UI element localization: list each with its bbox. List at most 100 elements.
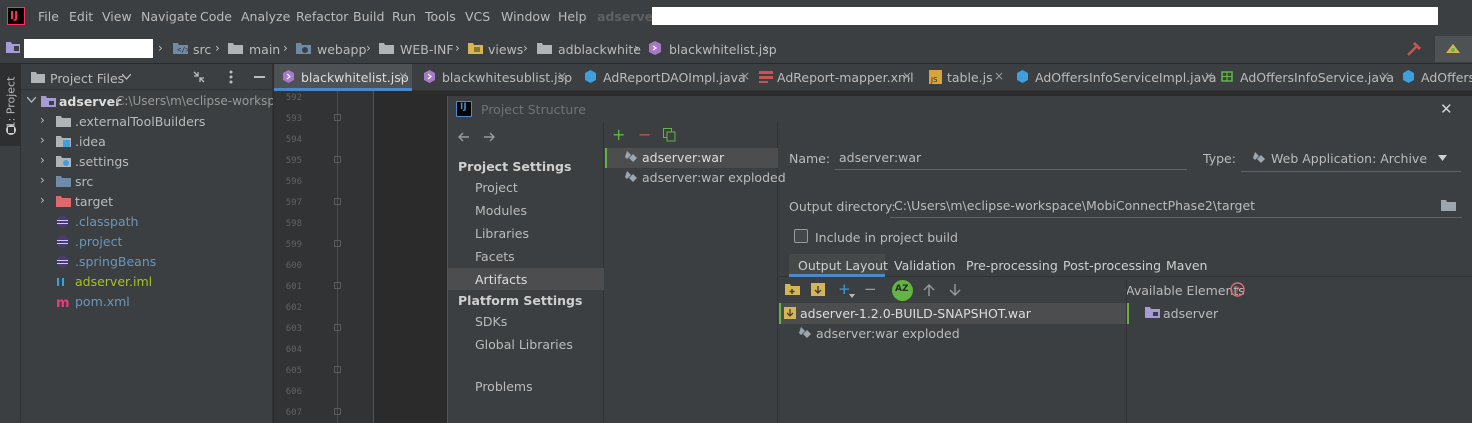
menu-window[interactable]: Window — [501, 9, 550, 24]
fold-marker-icon[interactable] — [334, 408, 341, 415]
layout-splitter[interactable] — [1126, 280, 1127, 423]
editor-tab[interactable]: AdOffersInfoService.java × — [1220, 64, 1394, 91]
build-hammer-icon[interactable] — [1405, 40, 1425, 58]
menu-build[interactable]: Build — [353, 9, 384, 24]
sidebar-item-problems[interactable]: Problems — [475, 379, 533, 394]
sidebar-item-modules[interactable]: Modules — [475, 203, 527, 218]
chevron-right-icon[interactable]: › — [40, 113, 45, 127]
breadcrumb-main[interactable]: main — [249, 42, 280, 57]
hide-panel-icon[interactable] — [254, 76, 265, 78]
chevron-right-icon[interactable]: › — [40, 193, 45, 207]
tab-validation[interactable]: Validation — [894, 258, 956, 273]
chevron-down-icon[interactable] — [122, 74, 131, 80]
editor-tab-active[interactable]: blackwhitelist.jsp × — [274, 64, 412, 91]
breadcrumb-webapp[interactable]: webapp — [317, 42, 366, 57]
close-icon[interactable]: × — [740, 69, 750, 83]
breadcrumb-web-inf[interactable]: WEB-INF — [400, 42, 454, 57]
tab-post-processing[interactable]: Post-processing — [1063, 258, 1161, 273]
editor-tab[interactable]: JS table.js × — [927, 64, 1007, 91]
folder-browse-icon[interactable] — [1441, 199, 1456, 211]
tree-item[interactable]: .classpath — [21, 211, 273, 231]
chevron-right-icon[interactable]: › — [40, 153, 45, 167]
artifact-item[interactable]: adserver:war — [642, 150, 724, 165]
tree-item[interactable]: › .idea — [21, 131, 273, 151]
menu-code[interactable]: Code — [200, 9, 232, 24]
tree-item[interactable]: I adserver.iml — [21, 271, 273, 291]
editor-tab[interactable]: blackwhitesublist.jsp × — [419, 64, 572, 91]
forward-arrow-icon[interactable] — [483, 132, 495, 142]
fold-marker-icon[interactable] — [334, 114, 341, 121]
close-icon[interactable]: × — [1204, 69, 1214, 83]
name-field[interactable]: adserver:war — [835, 146, 1187, 170]
output-tree-item[interactable]: adserver:war exploded — [816, 326, 960, 341]
sidebar-item-artifacts[interactable]: Artifacts — [475, 272, 527, 287]
tree-item[interactable]: .project — [21, 231, 273, 251]
tab-maven[interactable]: Maven — [1166, 258, 1207, 273]
breadcrumb-adblackwhite[interactable]: adblackwhite — [558, 42, 641, 57]
output-tree-item[interactable]: adserver-1.2.0-BUILD-SNAPSHOT.war — [800, 306, 1031, 321]
editor-tab[interactable]: AdOffersInfoServiceImpl.java × — [1016, 64, 1216, 91]
tree-item[interactable]: › .settings — [21, 151, 273, 171]
sidebar-item-global-libraries[interactable]: Global Libraries — [475, 337, 573, 352]
fold-marker-icon[interactable] — [334, 366, 341, 373]
copy-icon[interactable] — [663, 128, 676, 142]
back-arrow-icon[interactable] — [458, 132, 470, 142]
fold-marker-icon[interactable] — [334, 324, 341, 331]
close-icon[interactable]: × — [398, 69, 408, 83]
chevron-right-icon[interactable]: › — [40, 173, 45, 187]
tree-item[interactable]: m pom.xml — [21, 291, 273, 311]
fold-marker-icon[interactable] — [334, 282, 341, 289]
remove-icon[interactable]: − — [638, 125, 651, 144]
breadcrumb-src[interactable]: src — [193, 42, 211, 57]
menu-vcs[interactable]: VCS — [465, 9, 490, 24]
close-icon[interactable]: × — [1380, 69, 1390, 83]
more-options-icon[interactable] — [228, 70, 234, 84]
tree-item[interactable]: › target — [21, 191, 273, 211]
sidebar-item-project[interactable]: Project — [475, 180, 518, 195]
output-directory-field[interactable]: C:\Users\m\eclipse-workspace\MobiConnect… — [890, 194, 1462, 218]
fold-marker-icon[interactable] — [334, 240, 341, 247]
menu-file[interactable]: File — [38, 9, 59, 24]
create-directory-icon[interactable] — [785, 283, 800, 296]
tree-item[interactable]: › src — [21, 171, 273, 191]
menu-run[interactable]: Run — [392, 9, 416, 24]
move-down-icon[interactable] — [949, 284, 961, 296]
move-up-icon[interactable] — [923, 284, 935, 296]
create-archive-icon[interactable] — [811, 283, 825, 296]
close-icon[interactable]: × — [557, 69, 567, 83]
collapse-all-icon[interactable] — [192, 70, 206, 84]
chevron-down-icon[interactable] — [27, 97, 36, 103]
project-view-selector[interactable]: Project Files — [50, 71, 124, 86]
fold-marker-icon[interactable] — [334, 156, 341, 163]
menu-edit[interactable]: Edit — [69, 9, 93, 24]
run-config-button[interactable] — [1435, 36, 1472, 62]
tree-item[interactable]: .springBeans — [21, 251, 273, 271]
close-icon[interactable]: × — [902, 69, 912, 83]
tab-pre-processing[interactable]: Pre-processing — [966, 258, 1058, 273]
menu-refactor[interactable]: Refactor — [296, 9, 348, 24]
menu-view[interactable]: View — [102, 9, 132, 24]
sidebar-item-facets[interactable]: Facets — [475, 249, 515, 264]
breadcrumb-views[interactable]: views — [488, 42, 523, 57]
editor-tab[interactable]: AdOffersI — [1402, 64, 1472, 91]
editor-tab[interactable]: AdReportDAOImpl.java × — [580, 64, 750, 91]
remove-icon[interactable]: − — [864, 280, 877, 298]
editor-text-area[interactable] — [375, 91, 447, 423]
include-build-checkbox[interactable] — [794, 229, 808, 243]
close-icon[interactable]: × — [994, 69, 1004, 83]
editor-tab[interactable]: AdReport-mapper.xml × — [756, 64, 914, 91]
sort-button[interactable]: AZ — [892, 280, 913, 301]
close-icon[interactable]: ✕ — [1440, 100, 1453, 118]
add-icon[interactable]: + — [612, 125, 625, 144]
help-icon[interactable]: ? — [1230, 282, 1245, 297]
artifact-item[interactable]: adserver:war exploded — [642, 170, 786, 185]
fold-marker-icon[interactable] — [334, 198, 341, 205]
chevron-down-icon[interactable] — [849, 294, 855, 298]
menu-analyze[interactable]: Analyze — [241, 9, 290, 24]
sidebar-item-libraries[interactable]: Libraries — [475, 226, 529, 241]
chevron-right-icon[interactable]: › — [40, 133, 45, 147]
tree-root-row[interactable]: adserver C:\Users\m\eclipse-worksp — [21, 91, 273, 111]
available-tree-item[interactable]: adserver — [1163, 306, 1218, 321]
type-select[interactable]: Web Application: Archive — [1241, 146, 1461, 172]
menu-help[interactable]: Help — [558, 9, 587, 24]
